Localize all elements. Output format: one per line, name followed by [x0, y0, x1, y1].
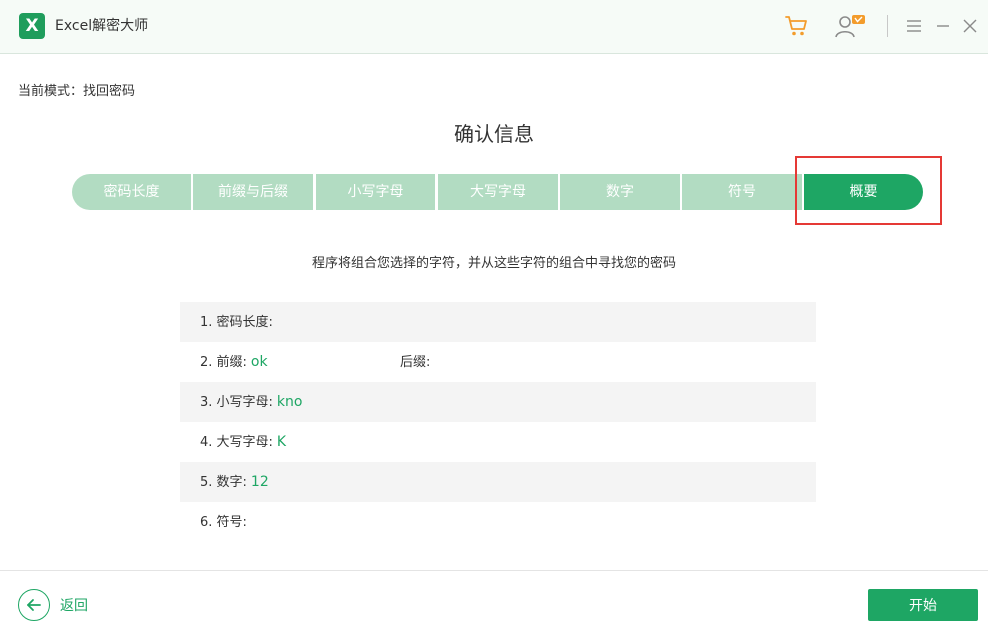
summary-row-digits: 5. 数字: 12: [180, 462, 816, 502]
titlebar-divider: [887, 15, 888, 37]
title-bar: X Excel解密大师: [0, 0, 988, 54]
back-button[interactable]: 返回: [18, 589, 88, 621]
close-icon[interactable]: [960, 12, 980, 40]
summary-table: 1. 密码长度: 2. 前缀: ok 后缀: 3. 小写字母: kno 4. 大写字…: [180, 302, 816, 542]
cart-icon[interactable]: [784, 12, 810, 40]
back-label[interactable]: 返回: [60, 595, 88, 615]
back-arrow-icon[interactable]: [18, 589, 50, 621]
step-symbols[interactable]: 符号: [682, 174, 802, 210]
symbols-label: 6. 符号:: [200, 515, 247, 530]
lowercase-value: kno: [276, 394, 303, 410]
step-password-length[interactable]: 密码长度: [72, 174, 191, 210]
user-vip-icon[interactable]: [834, 12, 868, 40]
uppercase-label: 4. 大写字母:: [200, 435, 273, 450]
excel-logo-icon: X: [19, 13, 45, 39]
prefix-label: 2. 前缀:: [200, 355, 247, 370]
description-text: 程序将组合您选择的字符，并从这些字符的组合中寻找您的密码: [311, 256, 676, 271]
menu-icon[interactable]: [904, 12, 924, 40]
step-uppercase[interactable]: 大写字母: [438, 174, 558, 210]
summary-row-prefix-suffix: 2. 前缀: ok 后缀:: [180, 342, 816, 382]
current-mode-value: 找回密码: [83, 84, 136, 99]
step-digits[interactable]: 数字: [560, 174, 680, 210]
uppercase-value: K: [276, 434, 287, 450]
app-title: Excel解密大师: [55, 18, 149, 34]
current-mode: 当前模式：找回密码: [18, 80, 135, 99]
start-button[interactable]: 开始: [868, 589, 978, 621]
minimize-icon[interactable]: [934, 12, 952, 40]
step-prefix-suffix[interactable]: 前缀与后缀: [193, 174, 313, 210]
footer-divider: [0, 570, 988, 571]
digits-label: 5. 数字:: [200, 475, 247, 490]
summary-row-lowercase: 3. 小写字母: kno: [180, 382, 816, 422]
summary-row-uppercase: 4. 大写字母: K: [180, 422, 816, 462]
lowercase-label: 3. 小写字母:: [200, 395, 273, 410]
summary-row-symbols: 6. 符号:: [180, 502, 816, 542]
suffix-label: 后缀:: [400, 355, 431, 370]
digits-value: 12: [250, 474, 269, 490]
suffix-item: 后缀:: [400, 342, 434, 383]
highlight-annotation-box: [795, 156, 942, 225]
page-title: 确认信息: [454, 122, 534, 146]
prefix-value: ok: [250, 354, 268, 370]
length-label: 1. 密码长度:: [200, 315, 273, 330]
current-mode-label: 当前模式：: [18, 84, 84, 99]
step-lowercase[interactable]: 小写字母: [316, 174, 435, 210]
summary-row-length: 1. 密码长度:: [180, 302, 816, 342]
